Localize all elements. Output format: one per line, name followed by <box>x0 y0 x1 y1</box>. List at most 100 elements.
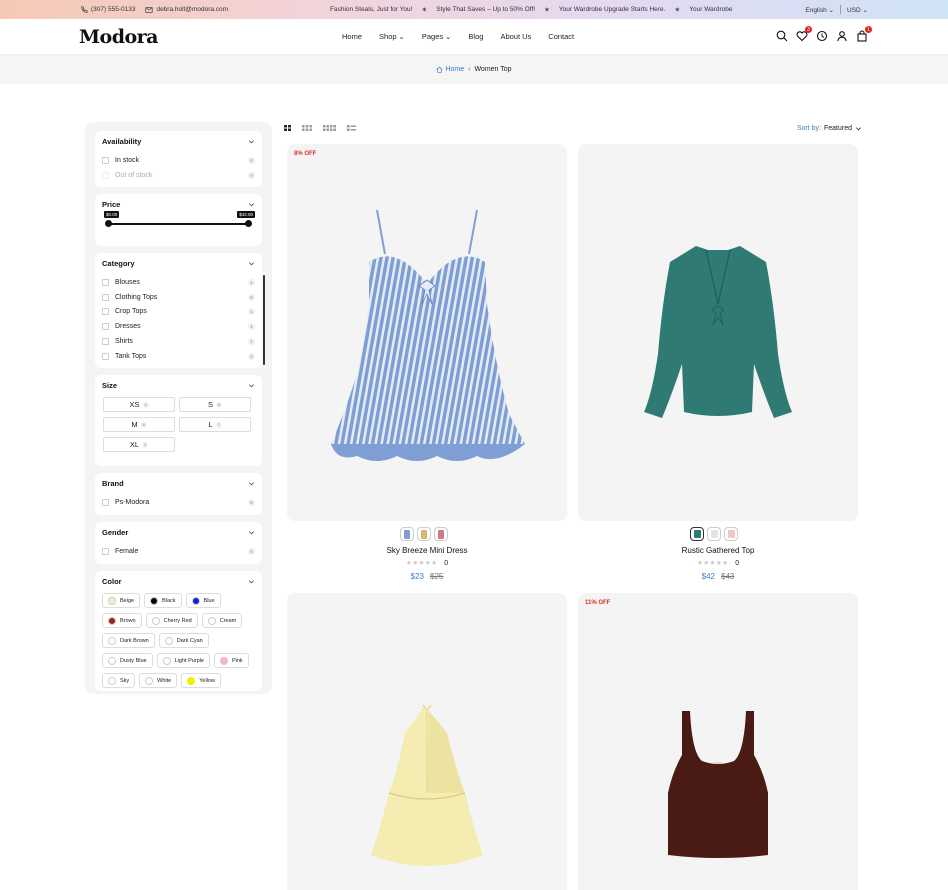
swatch[interactable] <box>707 527 721 541</box>
discount-badge: 11% OFF <box>585 600 611 606</box>
filter-option[interactable]: Shirts 1 <box>102 334 255 349</box>
size-option[interactable]: XL 3 <box>103 437 175 452</box>
color-label: Cherry Red <box>163 617 192 624</box>
nav-contact[interactable]: Contact <box>548 32 574 41</box>
size-option[interactable]: XS 4 <box>103 397 175 412</box>
chevron-down-icon: ⌄ <box>862 6 868 14</box>
color-option[interactable]: Light Purple <box>156 653 210 668</box>
checkbox[interactable] <box>102 547 109 555</box>
swatch[interactable] <box>434 527 448 541</box>
color-option[interactable]: Brown <box>102 613 142 628</box>
scrollbar[interactable] <box>263 275 265 365</box>
filter-option[interactable]: Clothing Tops 6 <box>102 290 255 305</box>
product-image[interactable] <box>578 593 858 890</box>
checkbox[interactable] <box>102 352 109 360</box>
chevron-right-icon: › <box>468 66 471 73</box>
filter-header[interactable]: Color <box>102 577 255 586</box>
color-option[interactable]: Beige <box>102 593 141 608</box>
product-card[interactable] <box>287 593 567 890</box>
checkbox[interactable] <box>102 308 109 316</box>
divider <box>840 5 841 14</box>
logo[interactable]: Modora <box>79 26 158 48</box>
color-option[interactable]: Cream <box>201 613 243 628</box>
swatch[interactable] <box>417 527 431 541</box>
checkbox[interactable] <box>102 171 109 179</box>
search-button[interactable] <box>776 30 788 42</box>
price-slider[interactable]: $0.00 $42.00 <box>102 208 255 234</box>
color-dot <box>108 596 116 605</box>
nav-shop[interactable]: Shop ⌄ <box>379 32 405 41</box>
breadcrumb: Home › Women Top <box>0 55 948 84</box>
account-button[interactable] <box>836 30 848 42</box>
price-min-handle[interactable] <box>105 220 112 227</box>
phone-contact[interactable]: (307) 555-0133 <box>80 5 135 14</box>
filter-option[interactable]: In stock 8 <box>102 153 255 168</box>
filter-header[interactable]: Brand <box>102 479 255 488</box>
main-nav: Home Shop ⌄ Pages ⌄ Blog About Us Contact <box>342 32 574 41</box>
color-option[interactable]: Sky <box>102 673 136 688</box>
product-name[interactable]: Sky Breeze Mini Dress <box>287 546 567 555</box>
nav-pages[interactable]: Pages ⌄ <box>422 32 452 41</box>
color-option[interactable]: Dusty Blue <box>102 653 153 668</box>
product-image[interactable] <box>578 144 858 521</box>
currency-select[interactable]: USD ⌄ <box>847 6 868 14</box>
price-max-handle[interactable] <box>245 220 252 227</box>
filter-header[interactable]: Availability <box>102 137 255 146</box>
size-option[interactable]: S6 <box>179 397 251 412</box>
color-option[interactable]: White <box>139 673 178 688</box>
filter-option[interactable]: Out of stock 0 <box>102 168 255 183</box>
filter-option[interactable]: Ps-Modora 8 <box>102 495 255 510</box>
checkbox[interactable] <box>102 278 109 286</box>
checkbox[interactable] <box>102 293 109 301</box>
swatch[interactable] <box>724 527 738 541</box>
option-count: 8 <box>248 156 255 164</box>
checkbox[interactable] <box>102 498 109 506</box>
color-option[interactable]: Blue <box>185 593 221 608</box>
product-card[interactable]: 8% OFF <box>287 144 567 521</box>
checkbox[interactable] <box>102 323 109 331</box>
filter-header[interactable]: Size <box>102 381 255 390</box>
swatch[interactable] <box>690 527 704 541</box>
email-contact[interactable]: debra.holt@modora.com <box>145 6 228 14</box>
filter-option[interactable]: Crop Tops 1 <box>102 305 255 320</box>
color-dot <box>164 636 173 645</box>
checkbox[interactable] <box>102 156 109 164</box>
color-option[interactable]: Cherry Red <box>145 613 198 628</box>
cart-button[interactable]: 1 <box>856 26 872 42</box>
grid-2-icon[interactable] <box>284 125 291 131</box>
option-label: Tank Tops <box>115 352 147 360</box>
product-name[interactable]: Rustic Gathered Top <box>578 546 858 555</box>
grid-3-icon[interactable] <box>302 125 312 131</box>
nav-about[interactable]: About Us <box>500 32 531 41</box>
filter-header[interactable]: Gender <box>102 528 255 537</box>
swatch[interactable] <box>400 527 414 541</box>
color-option[interactable]: Yellow <box>181 673 221 688</box>
nav-home[interactable]: Home <box>342 32 362 41</box>
product-image[interactable] <box>287 593 567 890</box>
size-option[interactable]: M8 <box>103 417 175 432</box>
nav-blog[interactable]: Blog <box>468 32 483 41</box>
language-select[interactable]: English ⌄ <box>805 6 834 14</box>
breadcrumb-home[interactable]: Home <box>436 66 464 73</box>
filter-option[interactable]: Tank Tops 2 <box>102 349 255 364</box>
filter-header[interactable]: Category <box>102 259 255 268</box>
checkbox[interactable] <box>102 338 109 346</box>
color-option[interactable]: Black <box>144 593 182 608</box>
color-option[interactable]: Dark Brown <box>102 633 155 648</box>
product-card[interactable]: 11% OFF <box>578 593 858 890</box>
filter-option[interactable]: Blouses 1 <box>102 275 255 290</box>
product-image[interactable] <box>287 144 567 521</box>
grid-4-icon[interactable] <box>323 125 336 131</box>
color-dot <box>219 656 228 665</box>
color-option[interactable]: Dark Cyan <box>158 633 209 648</box>
filter-option[interactable]: Dresses 1 <box>102 319 255 334</box>
star-icon: ✶ <box>544 6 550 14</box>
size-option[interactable]: L7 <box>179 417 251 432</box>
wishlist-button[interactable]: 3 <box>796 26 812 42</box>
sort-dropdown[interactable]: Sort by: Featured <box>797 125 862 132</box>
history-button[interactable] <box>816 30 828 42</box>
color-option[interactable]: Pink <box>213 653 249 668</box>
product-card[interactable] <box>578 144 858 521</box>
list-view-icon[interactable] <box>347 125 356 131</box>
filter-option[interactable]: Female 8 <box>102 544 255 559</box>
